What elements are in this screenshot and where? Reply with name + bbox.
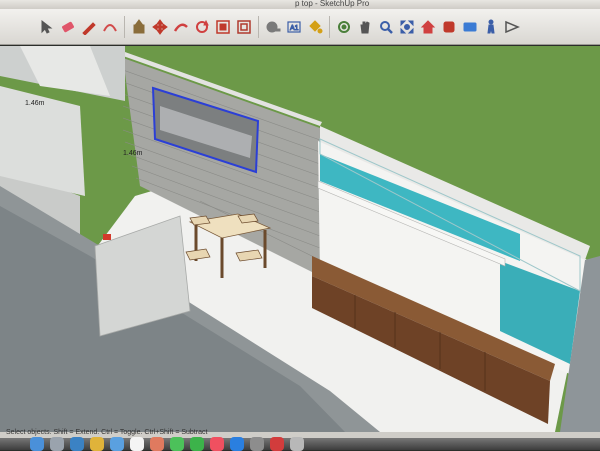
music-icon[interactable] (210, 437, 224, 451)
chrome-icon[interactable] (90, 437, 104, 451)
extension-icon (443, 21, 455, 32)
move-icon (152, 18, 168, 35)
finder-icon[interactable] (30, 437, 44, 451)
zoom-extents-icon (400, 20, 414, 33)
eraser-icon (62, 21, 74, 32)
rotate-tool-button[interactable] (193, 18, 211, 36)
calendar-icon[interactable] (130, 437, 144, 451)
orbit-tool-button[interactable] (335, 18, 353, 36)
safari-icon[interactable] (70, 437, 84, 451)
offset-icon (237, 19, 251, 34)
arc-icon (103, 23, 117, 31)
eraser-tool-button[interactable] (59, 18, 77, 36)
warehouse-tool-button[interactable] (419, 18, 437, 36)
paint-bucket-icon (309, 19, 323, 33)
layout-icon (463, 22, 477, 31)
zoom-extents-tool-button[interactable] (398, 18, 416, 36)
text-tool-button[interactable]: A1 (285, 18, 303, 36)
arc-tool-button[interactable] (101, 18, 119, 36)
photos-icon[interactable] (150, 437, 164, 451)
orbit-icon (338, 20, 350, 33)
chair-3 (237, 213, 259, 224)
tape-measure-tool-button[interactable] (264, 18, 282, 36)
zoom-icon (380, 20, 393, 34)
walk-tool-button[interactable] (482, 18, 500, 36)
toolbar-separator (258, 15, 259, 38)
facetime-icon[interactable] (190, 437, 204, 451)
trash-icon[interactable] (290, 437, 304, 451)
position-camera-tool-button[interactable] (503, 18, 521, 36)
chair-4 (189, 215, 211, 226)
walk-icon (487, 19, 495, 33)
dimension-label-1: 1.46m (123, 150, 143, 157)
mail-icon[interactable] (110, 437, 124, 451)
toolbar-separator (124, 15, 125, 38)
mac-dock (0, 437, 600, 451)
push-pull-icon (133, 18, 145, 33)
layout-tool-button[interactable] (461, 18, 479, 36)
model-viewport[interactable]: 1.46m 1.46m (0, 46, 600, 432)
pencil-line-tool-button[interactable] (80, 18, 98, 36)
status-text: Select objects. Shift = Extend. Ctrl = T… (6, 429, 208, 436)
extension-tool-button[interactable] (440, 18, 458, 36)
paint-bucket-tool-button[interactable] (306, 18, 324, 36)
dimension-label-2: 1.46m (25, 100, 45, 107)
pan-hand-icon (360, 20, 370, 33)
pencil-line-icon (82, 21, 96, 35)
svg-text:A1: A1 (290, 25, 299, 32)
messages-icon[interactable] (170, 437, 184, 451)
appstore-icon[interactable] (230, 437, 244, 451)
red-marker (103, 234, 111, 240)
launchpad-icon[interactable] (50, 437, 64, 451)
scale-icon (216, 19, 230, 34)
warehouse-icon (420, 19, 436, 33)
sketchup-icon[interactable] (270, 437, 284, 451)
follow-me-icon (173, 23, 188, 32)
select-arrow-icon (41, 19, 53, 34)
offset-tool-button[interactable] (235, 18, 253, 36)
text-icon: A1 (287, 20, 301, 33)
window-titlebar: p top - SketchUp Pro (0, 0, 600, 9)
tape-measure-icon (266, 21, 281, 32)
main-toolbar: A1 (0, 9, 600, 45)
scale-tool-button[interactable] (214, 18, 232, 36)
push-pull-tool-button[interactable] (130, 18, 148, 36)
settings-icon[interactable] (250, 437, 264, 451)
zoom-tool-button[interactable] (377, 18, 395, 36)
window-title: p top - SketchUp Pro (295, 0, 370, 8)
scene-canvas[interactable] (0, 46, 600, 432)
select-arrow-tool-button[interactable] (38, 18, 56, 36)
rotate-icon (196, 19, 209, 33)
pan-hand-tool-button[interactable] (356, 18, 374, 36)
move-tool-button[interactable] (151, 18, 169, 36)
follow-me-tool-button[interactable] (172, 18, 190, 36)
toolbar-separator (329, 15, 330, 38)
position-camera-icon (505, 20, 520, 33)
